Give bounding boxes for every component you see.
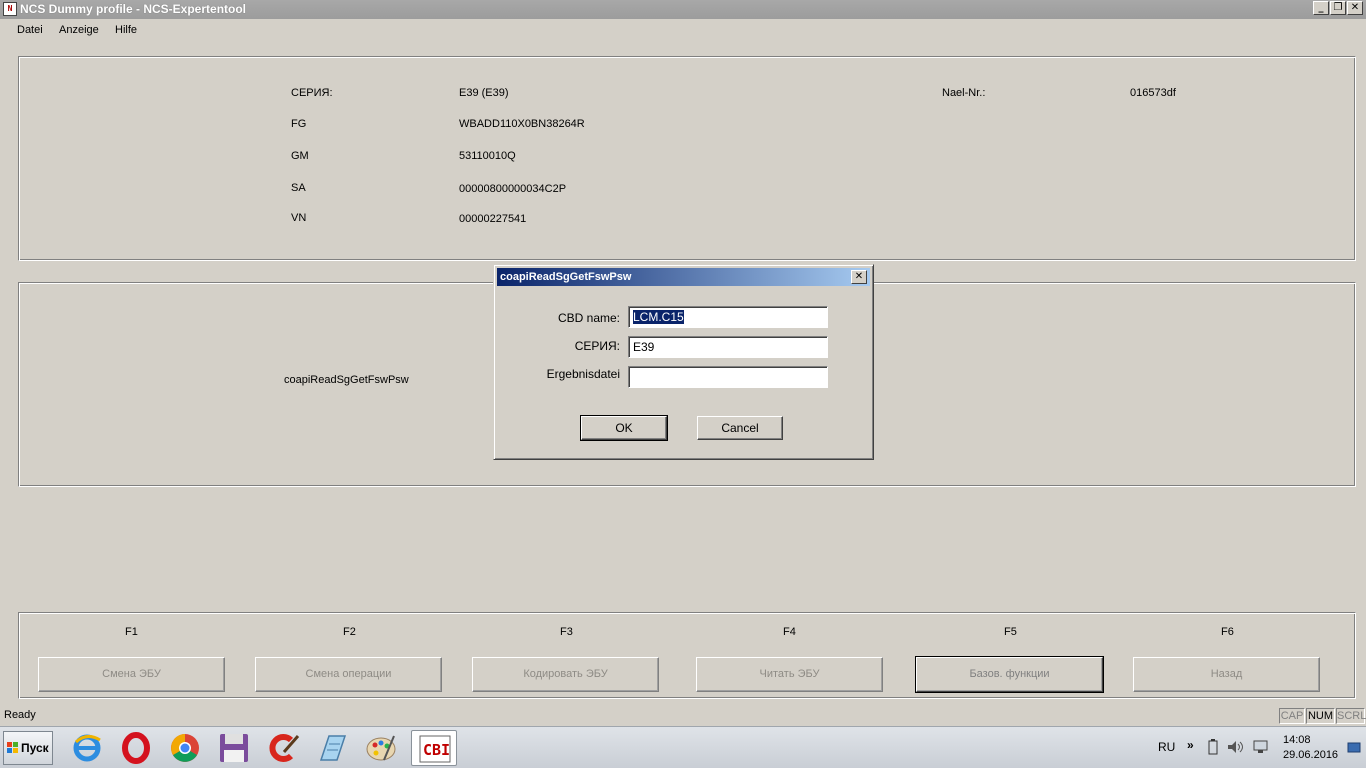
fg-value: WBADD110X0BN38264R bbox=[459, 118, 585, 130]
battery-icon[interactable] bbox=[1207, 739, 1219, 758]
basic-functions-button[interactable]: Базов. функции bbox=[915, 656, 1104, 693]
code-ecu-button[interactable]: Кодировать ЭБУ bbox=[472, 657, 659, 692]
notepad-icon[interactable] bbox=[309, 730, 355, 766]
scrl-indicator: SCRL bbox=[1336, 708, 1366, 724]
gm-label: GM bbox=[291, 150, 309, 162]
cbd-name-label: CBD name: bbox=[557, 311, 620, 325]
ncs-icon-text: CBI bbox=[423, 741, 450, 759]
result-file-input[interactable] bbox=[628, 366, 828, 388]
chrome-icon[interactable] bbox=[162, 730, 208, 766]
sa-label: SA bbox=[291, 182, 306, 194]
f1-label: F1 bbox=[125, 626, 138, 638]
menu-anzeige[interactable]: Anzeige bbox=[59, 24, 99, 36]
tray-expand-icon[interactable]: » bbox=[1187, 738, 1194, 752]
close-button[interactable]: ✕ bbox=[1347, 1, 1363, 15]
title-bar[interactable]: N NCS Dummy profile - NCS-Expertentool _… bbox=[0, 0, 1366, 19]
read-ecu-button[interactable]: Читать ЭБУ bbox=[696, 657, 883, 692]
series-field-label: СЕРИЯ: bbox=[574, 339, 620, 353]
language-indicator[interactable]: RU bbox=[1158, 740, 1175, 754]
windows-logo-icon bbox=[7, 742, 19, 754]
ncs-expert-icon[interactable]: CBI bbox=[411, 730, 457, 766]
clock-date[interactable]: 29.06.2016 bbox=[1283, 749, 1338, 761]
nael-label: Nael-Nr.: bbox=[942, 87, 986, 99]
window-title: NCS Dummy profile - NCS-Expertentool bbox=[20, 2, 247, 16]
series-input[interactable]: E39 bbox=[628, 336, 828, 358]
menu-hilfe[interactable]: Hilfe bbox=[115, 24, 137, 36]
cbd-name-input[interactable]: LCM.C15 bbox=[628, 306, 828, 328]
vn-label: VN bbox=[291, 212, 307, 224]
cbd-name-value: LCM.C15 bbox=[633, 310, 684, 324]
series-label: СЕРИЯ: bbox=[291, 87, 333, 99]
network-icon[interactable] bbox=[1252, 739, 1270, 758]
series-value: E39 (E39) bbox=[459, 87, 509, 99]
internet-explorer-icon[interactable] bbox=[64, 730, 110, 766]
save-disk-icon[interactable] bbox=[211, 730, 257, 766]
menu-datei[interactable]: Datei bbox=[17, 24, 43, 36]
ccleaner-icon[interactable] bbox=[260, 730, 306, 766]
f6-label: F6 bbox=[1221, 626, 1234, 638]
num-indicator: NUM bbox=[1306, 708, 1335, 724]
ok-button[interactable]: OK bbox=[580, 415, 668, 441]
status-text: Ready bbox=[4, 709, 36, 721]
opera-icon[interactable] bbox=[113, 730, 159, 766]
paint-icon[interactable] bbox=[358, 730, 404, 766]
dialog-close-button[interactable]: ✕ bbox=[851, 270, 867, 284]
dialog-title: coapiReadSgGetFswPsw bbox=[500, 271, 632, 283]
cap-indicator: CAP bbox=[1279, 708, 1305, 724]
status-bar: Ready CAP NUM SCRL bbox=[0, 707, 1366, 726]
f2-label: F2 bbox=[343, 626, 356, 638]
maximize-button[interactable]: ❐ bbox=[1330, 1, 1346, 15]
ncs-app-icon: N bbox=[3, 2, 17, 16]
fg-label: FG bbox=[291, 118, 307, 130]
dialog-title-bar[interactable]: coapiReadSgGetFswPsw ✕ bbox=[497, 268, 870, 286]
menu-bar: Datei Anzeige Hilfe bbox=[0, 19, 1366, 41]
start-label: Пуск bbox=[21, 741, 49, 755]
cancel-button[interactable]: Cancel bbox=[697, 416, 783, 440]
job-name: coapiReadSgGetFswPsw bbox=[284, 374, 409, 386]
nael-value: 016573df bbox=[1130, 87, 1176, 99]
clock-time[interactable]: 14:08 bbox=[1283, 734, 1311, 746]
change-operation-button[interactable]: Смена операции bbox=[255, 657, 442, 692]
minimize-button[interactable]: _ bbox=[1313, 1, 1329, 15]
start-button[interactable]: Пуск bbox=[3, 731, 53, 765]
f5-label: F5 bbox=[1004, 626, 1017, 638]
f3-label: F3 bbox=[560, 626, 573, 638]
sa-value: 00000800000034C2P bbox=[459, 183, 567, 195]
vn-value: 00000227541 bbox=[459, 213, 527, 225]
change-ecu-button[interactable]: Смена ЭБУ bbox=[38, 657, 225, 692]
back-button[interactable]: Назад bbox=[1133, 657, 1320, 692]
taskbar: Пуск CBI RU » 14:08 29.06.2016 bbox=[0, 726, 1366, 768]
gm-value: 53110010Q bbox=[459, 150, 516, 162]
job-dialog: coapiReadSgGetFswPsw ✕ CBD name: LCM.C15… bbox=[493, 264, 874, 460]
volume-icon[interactable] bbox=[1227, 739, 1245, 758]
show-desktop-icon[interactable] bbox=[1347, 742, 1361, 757]
result-file-label: Ergebnisdatei bbox=[546, 367, 620, 381]
f4-label: F4 bbox=[783, 626, 796, 638]
